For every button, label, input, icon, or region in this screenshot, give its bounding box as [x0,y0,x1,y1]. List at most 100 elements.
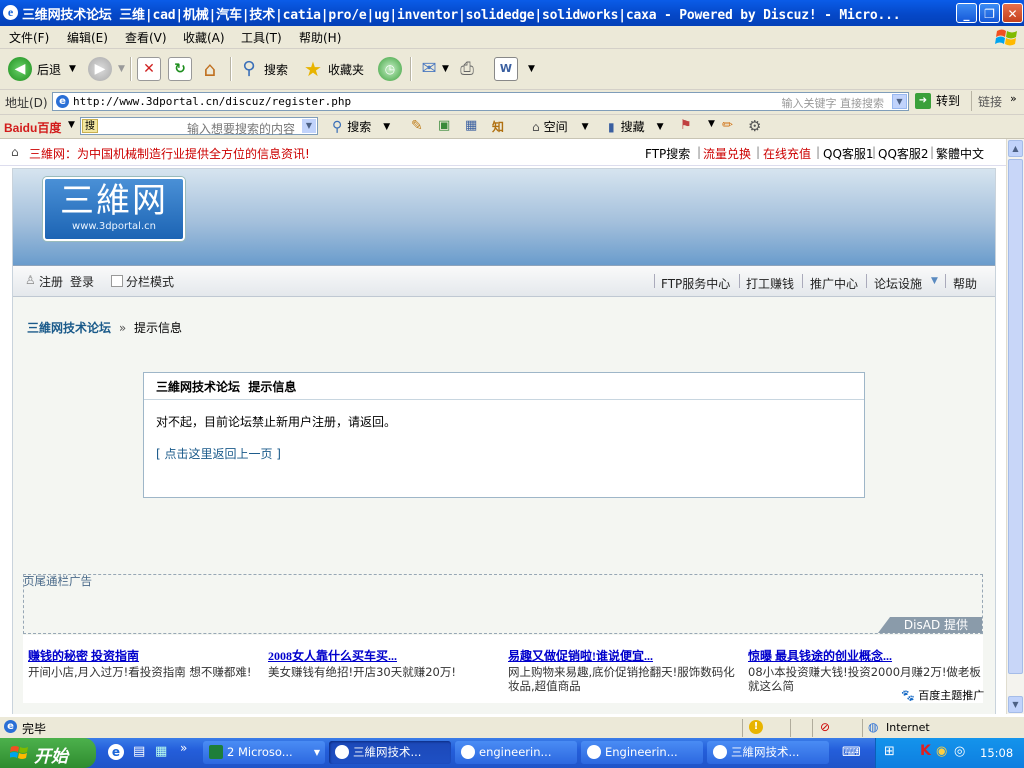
forward-button[interactable]: ▶ ▼ [88,55,125,83]
breadcrumb-forum-link[interactable]: 三維网技术论坛 [27,321,111,335]
baidu-space-dropdown-icon[interactable]: ▼ [582,122,589,132]
mail-dropdown-icon[interactable]: ▼ [442,64,449,74]
quicklaunch-more-icon[interactable]: » [180,741,187,755]
traffic-exchange-link[interactable]: 流量兑换 [703,145,751,162]
ad-title[interactable]: 2008女人靠什么买车买... [268,647,504,664]
return-previous-link[interactable]: [ 点击这里返回上一页 ] [156,445,281,462]
baidu-settings-gear-icon[interactable]: ⚙ [748,117,761,135]
edit-dropdown-icon[interactable]: ▼ [528,64,535,74]
baidu-collect-dropdown-icon[interactable]: ▼ [657,122,664,132]
baidu-dropdown-icon[interactable]: ▼ [68,120,75,130]
menu-tools[interactable]: 工具(T) [241,29,282,46]
go-button[interactable]: ➜ 转到 [915,92,960,109]
task-ie-2[interactable]: 三維网技术... [707,741,829,764]
qq-service-2-link[interactable]: QQ客服2 [878,145,929,162]
back-button[interactable]: ◀ 后退 ▼ [8,55,76,83]
keyboard-icon[interactable]: ⌨ [842,745,861,760]
baidu-logo[interactable]: Baidu百度 [4,119,61,136]
links-chevron-icon[interactable]: » [1010,92,1017,105]
nav-forum-facilities[interactable]: 论坛设施 [874,275,922,292]
baidu-space-button[interactable]: ⌂ 空间 ▼ [532,118,589,135]
address-dropdown-icon[interactable]: ▼ [892,94,907,109]
home-button[interactable]: ⌂ [199,55,221,83]
mail-button[interactable]: ✉ ▼ [418,55,449,83]
baidu-video-icon[interactable]: ▦ [465,118,477,133]
quicklaunch-ie-icon[interactable]: e [108,744,124,760]
close-button[interactable]: ✕ [1002,3,1023,23]
stop-button[interactable]: ✕ [137,55,161,83]
nav-earn-money[interactable]: 打工赚钱 [746,275,794,292]
split-mode-checkbox[interactable] [111,275,123,287]
tray-app-icon[interactable]: ◉ [936,744,947,759]
footer-ad-banner[interactable]: DisAD 提供 [23,574,983,634]
title-bar[interactable]: e 三维网技术论坛 三维|cad|机械|汽车|技术|catia|pro/e|ug… [0,0,1024,26]
print-button[interactable]: ⎙ [456,55,478,83]
quicklaunch-desktop-icon[interactable]: ▦ [155,744,167,759]
maximize-button[interactable]: ❐ [979,3,1000,23]
home-small-icon[interactable]: ⌂ [11,145,19,159]
ad-title[interactable]: 惊曝 最具钱途的创业概念... [748,647,984,664]
login-link[interactable]: 登录 [70,273,94,290]
scroll-thumb[interactable] [1008,159,1023,674]
search-button[interactable]: ⚲ 搜索 [238,55,288,83]
menu-edit[interactable]: 编辑(E) [67,29,108,46]
baidu-translate-icon[interactable]: ⚑ [680,118,692,133]
ad-title[interactable]: 易趣又做促销啦!谁说便宜... [508,647,744,664]
baidu-promo[interactable]: 🐾 百度主题推广 [901,687,984,703]
qq-service-1-link[interactable]: QQ客服1 [823,145,874,162]
tray-network-icon[interactable]: ⊞ [884,744,895,759]
ad-item[interactable]: 赚钱的秘密 投资指南 开间小店,月入过万!看投资指南 想不赚都难! [28,647,264,679]
ad-title[interactable]: 赚钱的秘密 投资指南 [28,647,264,664]
scroll-up-icon[interactable]: ▲ [1008,140,1023,157]
site-logo[interactable]: 三維网 www.3dportal.cn [43,177,185,241]
address-input[interactable]: e http://www.3dportal.cn/discuz/register… [52,92,909,111]
ad-item[interactable]: 易趣又做促销啦!谁说便宜... 网上购物来易趣,底价促销抢翻天!服饰数码化妆品,… [508,647,744,693]
task-ie-active[interactable]: 三維网技术... [329,741,451,764]
baidu-translate-dropdown-icon[interactable]: ▼ [708,119,715,129]
task-excel[interactable]: 2 Microso... ▼ [203,741,325,764]
online-recharge-link[interactable]: 在线充值 [763,145,811,162]
refresh-button[interactable]: ↻ [168,55,192,83]
menu-favorites[interactable]: 收藏(A) [183,29,225,46]
vertical-scrollbar[interactable]: ▲ ▼ [1006,139,1024,714]
baidu-image-icon[interactable]: ▣ [438,118,450,133]
forward-dropdown-icon[interactable]: ▼ [118,64,125,74]
scroll-down-icon[interactable]: ▼ [1008,696,1023,713]
split-mode-label[interactable]: 分栏模式 [126,273,174,290]
menu-view[interactable]: 查看(V) [125,29,167,46]
baidu-highlight-icon[interactable]: ✏ [722,118,733,133]
baidu-news-icon[interactable]: ✎ [411,118,423,134]
edit-button[interactable]: W ▼ [494,55,535,83]
back-dropdown-icon[interactable]: ▼ [69,64,76,74]
popup-blocked-icon[interactable]: ⊘ [820,720,830,734]
ad-item[interactable]: 2008女人靠什么买车买... 美女赚钱有绝招!开店30天就赚20万! [268,647,504,679]
baidu-collect-button[interactable]: ▮ 搜藏 ▼ [608,118,664,135]
disad-provider[interactable]: DisAD 提供 [878,617,982,633]
baidu-search-button[interactable]: ⚲ 搜索 ▼ [332,118,390,135]
quicklaunch-app-icon[interactable]: ▤ [133,744,145,759]
tray-volume-icon[interactable]: ◎ [954,744,965,759]
baidu-search-input[interactable]: 搜 输入想要搜索的内容 ▼ [80,117,318,136]
menu-file[interactable]: 文件(F) [9,29,49,46]
clock[interactable]: 15:08 [980,746,1013,760]
warning-icon[interactable]: ! [749,720,763,734]
task-engineering-2[interactable]: Engineerin... [581,741,703,764]
task-engineering-1[interactable]: engineerin... [455,741,577,764]
minimize-button[interactable]: _ [956,3,977,23]
start-button[interactable]: 开始 [0,738,96,768]
nav-help[interactable]: 帮助 [953,275,977,292]
facilities-dropdown-icon[interactable]: ▼ [931,276,938,286]
history-button[interactable]: ◷ [378,55,402,83]
nav-promotion-center[interactable]: 推广中心 [810,275,858,292]
traditional-chinese-link[interactable]: 繁體中文 [936,145,984,162]
menu-help[interactable]: 帮助(H) [299,29,341,46]
links-label[interactable]: 链接 [978,93,1002,110]
tray-antivirus-icon[interactable]: K [920,743,931,759]
register-link[interactable]: 注册 [39,273,63,290]
baidu-zhidao-icon[interactable]: 知 [492,118,504,135]
baidu-search-dropdown-icon[interactable]: ▼ [383,122,390,132]
favorites-button[interactable]: ★ 收藏夹 [302,55,364,83]
ftp-search-link[interactable]: FTP搜索 [645,145,690,162]
nav-ftp-center[interactable]: FTP服务中心 [661,275,730,292]
baidu-input-dropdown-icon[interactable]: ▼ [302,119,316,133]
